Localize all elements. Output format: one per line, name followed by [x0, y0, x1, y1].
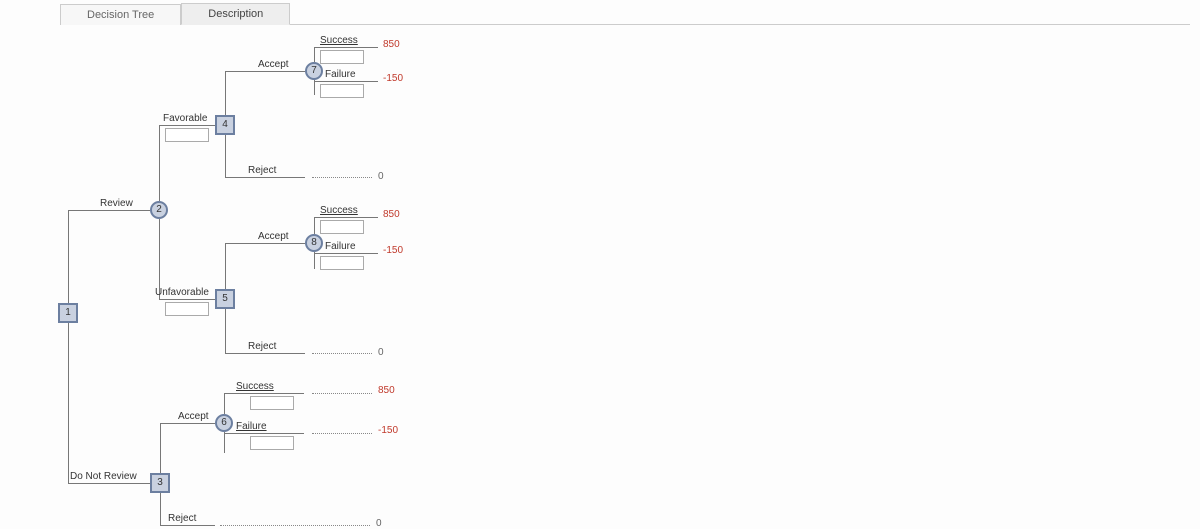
- terminal-line: [312, 393, 372, 394]
- chance-node-2[interactable]: 2: [150, 201, 168, 219]
- terminal-line: [312, 353, 372, 354]
- terminal-line: [312, 177, 372, 178]
- tab-decision-tree[interactable]: Decision Tree: [60, 4, 181, 25]
- prob-input-success-6[interactable]: [250, 396, 294, 410]
- branch-label-reject: Reject: [248, 165, 276, 176]
- branch-label-success: Success: [320, 205, 358, 216]
- payoff-value: 850: [378, 385, 395, 396]
- chance-node-7[interactable]: 7: [305, 62, 323, 80]
- branch-label-review: Review: [100, 198, 133, 209]
- payoff-value: 850: [383, 39, 400, 50]
- prob-input-success-7[interactable]: [320, 50, 364, 64]
- branch-label-accept: Accept: [258, 231, 289, 242]
- branch-label-success: Success: [236, 381, 274, 392]
- payoff-value: -150: [383, 73, 403, 84]
- branch-label-success: Success: [320, 35, 358, 46]
- payoff-value: 0: [378, 171, 384, 182]
- decision-node-4[interactable]: 4: [215, 115, 235, 135]
- prob-input-failure-6[interactable]: [250, 436, 294, 450]
- prob-input-unfavorable[interactable]: [165, 302, 209, 316]
- prob-input-favorable[interactable]: [165, 128, 209, 142]
- terminal-line: [220, 525, 370, 526]
- branch-label-failure: Failure: [325, 241, 356, 252]
- tab-description[interactable]: Description: [181, 3, 290, 25]
- payoff-value: -150: [383, 245, 403, 256]
- payoff-value: -150: [378, 425, 398, 436]
- prob-input-failure-8[interactable]: [320, 256, 364, 270]
- branch-label-reject: Reject: [248, 341, 276, 352]
- tree-canvas: 1 Review 2 Favorable 4 Accept 7 Success …: [0, 25, 1200, 525]
- payoff-value: 0: [378, 347, 384, 358]
- branch-label-do-not-review: Do Not Review: [70, 471, 137, 482]
- branch-label-reject: Reject: [168, 513, 196, 524]
- chance-node-8[interactable]: 8: [305, 234, 323, 252]
- prob-input-failure-7[interactable]: [320, 84, 364, 98]
- branch-label-accept: Accept: [178, 411, 209, 422]
- branch-label-unfavorable: Unfavorable: [155, 287, 209, 298]
- terminal-line: [312, 433, 372, 434]
- decision-node-3[interactable]: 3: [150, 473, 170, 493]
- payoff-value: 0: [376, 518, 382, 529]
- chance-node-6[interactable]: 6: [215, 414, 233, 432]
- branch-label-accept: Accept: [258, 59, 289, 70]
- decision-node-5[interactable]: 5: [215, 289, 235, 309]
- decision-node-1[interactable]: 1: [58, 303, 78, 323]
- prob-input-success-8[interactable]: [320, 220, 364, 234]
- payoff-value: 850: [383, 209, 400, 220]
- branch-label-failure: Failure: [325, 69, 356, 80]
- tab-bar: Decision Tree Description: [60, 2, 1190, 25]
- branch-label-favorable: Favorable: [163, 113, 207, 124]
- branch-label-failure: Failure: [236, 421, 267, 432]
